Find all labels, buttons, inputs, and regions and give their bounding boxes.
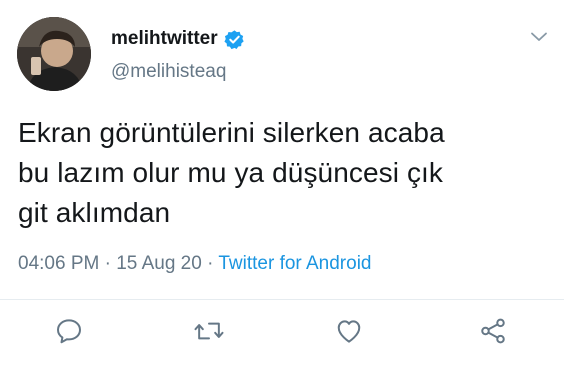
tweet-text-line: bu lazım olur mu ya düşüncesi çık (18, 157, 444, 188)
like-icon (334, 316, 364, 346)
meta-separator: · (99, 253, 117, 274)
verified-badge-icon (224, 29, 245, 50)
reply-icon (54, 316, 84, 346)
retweet-icon (193, 316, 225, 346)
tweet-meta: 04:06 PM · 15 Aug 20 · Twitter for Andro… (18, 253, 371, 275)
author-row: melihtwitter (111, 26, 245, 52)
tweet-text-line: Ekran görüntülerini silerken acaba (18, 117, 445, 148)
retweet-button[interactable] (193, 315, 225, 347)
tweet-text: Ekran görüntülerini silerken acaba bu la… (18, 113, 538, 233)
tweet-card: melihtwitter @melihisteaq Ekran görüntül… (0, 0, 564, 376)
share-icon (478, 316, 508, 346)
like-button[interactable] (333, 315, 365, 347)
chevron-down-icon[interactable] (530, 30, 548, 44)
tweet-time[interactable]: 04:06 PM (18, 253, 99, 274)
avatar[interactable] (17, 17, 91, 91)
meta-separator: · (201, 253, 219, 274)
display-name[interactable]: melihtwitter (111, 28, 218, 50)
share-button[interactable] (477, 315, 509, 347)
user-handle[interactable]: @melihisteaq (111, 61, 226, 83)
tweet-date[interactable]: 15 Aug 20 (116, 253, 202, 274)
tweet-source-link[interactable]: Twitter for Android (218, 253, 371, 274)
divider (0, 299, 564, 300)
tweet-text-line: git aklımdan (18, 197, 171, 228)
reply-button[interactable] (53, 315, 85, 347)
